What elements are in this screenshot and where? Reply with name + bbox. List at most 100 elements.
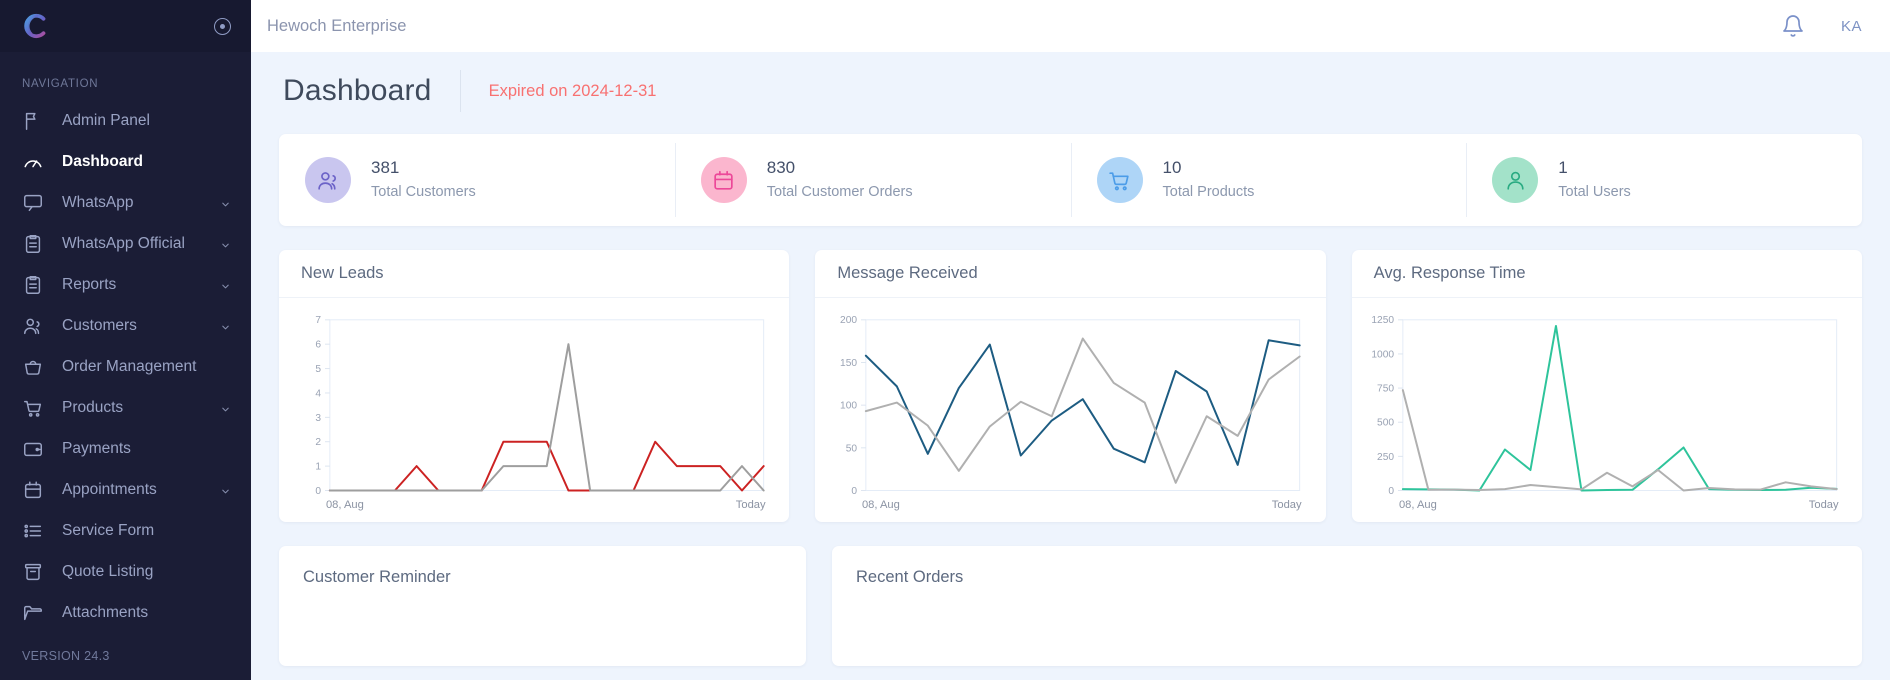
charts-row: New Leads 0 1 2 3 4 5 6 7 08, Aug Today Message Rec…	[279, 250, 1862, 522]
customer-reminder-card: Customer Reminder	[279, 546, 806, 666]
sidebar-item-label: Admin Panel	[62, 111, 150, 129]
bottom-cards-row: Customer Reminder Recent Orders	[279, 546, 1862, 666]
basket-icon	[22, 356, 44, 378]
company-logo-icon[interactable]	[18, 9, 52, 43]
x-axis-tick-label: Today	[1272, 499, 1302, 511]
sidebar-item-admin-panel[interactable]: Admin Panel	[0, 100, 251, 141]
chart-series-line	[866, 340, 1300, 465]
stat-card-total-products[interactable]: 10 Total Products	[1070, 134, 1467, 226]
stat-text: 381 Total Customers	[371, 156, 476, 204]
chart-plot-area[interactable]: 0 1 2 3 4 5 6 7 08, Aug Today	[279, 298, 789, 522]
clipboard-icon	[22, 233, 44, 255]
app-root: NAVIGATION Admin Panel Dashboard WhatsApp W…	[0, 0, 1890, 680]
chart-series-line	[1403, 326, 1837, 491]
page-title: Dashboard	[283, 74, 432, 107]
stat-label: Total Users	[1558, 183, 1631, 200]
main-area: Hewoch Enterprise KA Dashboard Expired o…	[251, 0, 1890, 680]
users-icon	[305, 157, 351, 203]
chevron-down-icon[interactable]	[220, 197, 231, 208]
y-axis-tick-label: 1	[315, 462, 321, 473]
sidebar-item-label: Payments	[62, 439, 131, 457]
y-axis-tick-label: 2	[315, 437, 321, 448]
bell-icon[interactable]	[1781, 14, 1805, 38]
sidebar-item-products[interactable]: Products	[0, 387, 251, 428]
chart-series-line	[330, 344, 764, 490]
sidebar-item-payments[interactable]: Payments	[0, 428, 251, 469]
y-axis-tick-label: 1000	[1371, 349, 1394, 360]
chart-title: Avg. Response Time	[1351, 250, 1862, 298]
title-divider	[459, 70, 461, 112]
chart-title: Message Received	[815, 250, 1326, 298]
chevron-down-icon[interactable]	[220, 320, 231, 331]
sidebar-item-whatsapp[interactable]: WhatsApp	[0, 182, 251, 223]
y-axis-tick-label: 1250	[1371, 315, 1394, 326]
stat-value: 830	[766, 158, 796, 178]
sidebar-item-label: Reports	[62, 275, 117, 293]
nav-section-heading: NAVIGATION	[22, 78, 99, 90]
y-axis-tick-label: 6	[315, 340, 321, 351]
chart-series-line	[866, 339, 1300, 483]
sidebar-item-label: Customers	[62, 316, 137, 334]
sidebar-item-dashboard[interactable]: Dashboard	[0, 141, 251, 182]
chart-plot-area[interactable]: 0 250 500 750 1000 1250 08, Aug Today	[1352, 298, 1862, 522]
sidebar-version-label: VERSION 24.3	[22, 649, 110, 663]
chevron-down-icon[interactable]	[220, 238, 231, 249]
y-axis-tick-label: 3	[315, 413, 321, 424]
sidebar-collapse-button[interactable]	[214, 17, 231, 35]
topbar-actions: KA	[1781, 14, 1862, 38]
stat-value: 10	[1162, 158, 1182, 178]
sidebar: NAVIGATION Admin Panel Dashboard WhatsApp W…	[0, 0, 251, 680]
sidebar-nav: Admin Panel Dashboard WhatsApp WhatsApp Off…	[0, 100, 251, 633]
stat-card-total-customers[interactable]: 381 Total Customers	[279, 134, 675, 226]
chevron-down-icon[interactable]	[220, 279, 231, 290]
chevron-down-icon[interactable]	[220, 402, 231, 413]
sidebar-item-customers[interactable]: Customers	[0, 305, 251, 346]
clipboard-icon	[22, 274, 44, 296]
sidebar-item-label: Appointments	[62, 480, 157, 498]
expiry-notice: Expired on 2024-12-31	[488, 81, 657, 100]
sidebar-item-reports[interactable]: Reports	[0, 264, 251, 305]
chart-plot-area[interactable]: 0 50 100 150 200 08, Aug Today	[815, 298, 1325, 522]
calendar-icon	[22, 479, 44, 501]
sidebar-item-service-form[interactable]: Service Form	[0, 510, 251, 551]
list-icon	[22, 520, 44, 542]
sidebar-item-appointments[interactable]: Appointments	[0, 469, 251, 510]
stat-card-total-customer-orders[interactable]: 830 Total Customer Orders	[674, 134, 1071, 226]
sidebar-item-order-management[interactable]: Order Management	[0, 346, 251, 387]
sidebar-item-label: WhatsApp	[62, 193, 134, 211]
sidebar-header	[0, 0, 251, 52]
stat-value: 381	[371, 158, 400, 178]
cart-icon	[22, 397, 44, 419]
user-icon	[1492, 157, 1539, 203]
y-axis-tick-label: 250	[1377, 452, 1394, 463]
user-avatar-initials[interactable]: KA	[1841, 18, 1862, 35]
calendar-icon	[700, 157, 747, 203]
y-axis-tick-label: 200	[840, 315, 857, 326]
speedometer-icon	[22, 151, 44, 173]
flag-icon	[22, 110, 44, 132]
y-axis-tick-label: 0	[315, 486, 321, 497]
y-axis-tick-label: 7	[315, 315, 321, 326]
sidebar-item-quote-listing[interactable]: Quote Listing	[0, 551, 251, 592]
page-content: Dashboard Expired on 2024-12-31 381 Total…	[251, 52, 1890, 666]
y-axis-tick-label: 150	[840, 358, 857, 369]
recent-orders-title: Recent Orders	[856, 568, 964, 586]
sidebar-item-attachments[interactable]: Attachments	[0, 592, 251, 633]
sidebar-item-whatsapp-official[interactable]: WhatsApp Official	[0, 223, 251, 264]
archive-icon	[22, 561, 44, 583]
chart-card-new-leads: New Leads 0 1 2 3 4 5 6 7 08, Aug Today	[279, 250, 790, 522]
cart-icon	[1096, 157, 1143, 203]
recent-orders-card: Recent Orders	[832, 546, 1862, 666]
stat-card-total-users[interactable]: 1 Total Users	[1466, 134, 1862, 226]
stat-text: 830 Total Customer Orders	[767, 156, 913, 204]
y-axis-tick-label: 500	[1377, 418, 1394, 429]
stat-label: Total Customer Orders	[766, 183, 913, 200]
stat-text: 10 Total Products	[1163, 156, 1255, 204]
wallet-icon	[22, 438, 44, 460]
page-header: Dashboard Expired on 2024-12-31	[279, 52, 1862, 130]
users-icon	[22, 315, 44, 337]
sidebar-item-label: Quote Listing	[62, 562, 154, 580]
y-axis-tick-label: 50	[846, 443, 858, 454]
chevron-down-icon[interactable]	[220, 484, 231, 495]
x-axis-tick-label: Today	[1808, 499, 1838, 511]
